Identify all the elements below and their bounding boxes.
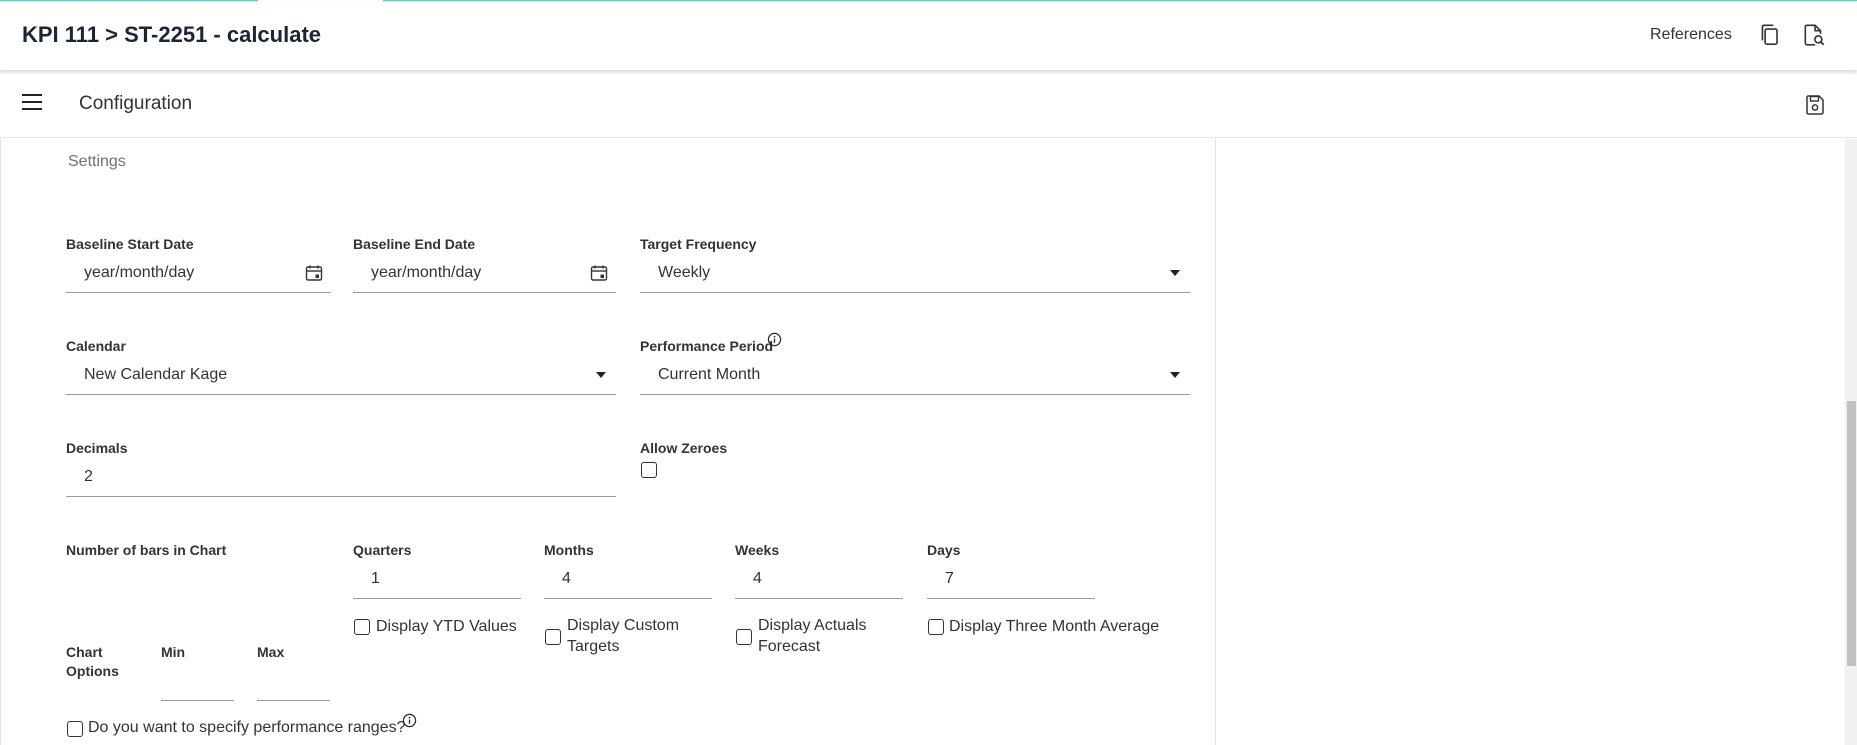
quarters-label: Quarters — [353, 542, 412, 558]
target-frequency-select[interactable]: Weekly — [640, 253, 1190, 293]
document-search-icon[interactable] — [1801, 22, 1827, 48]
right-empty-area — [1217, 139, 1845, 745]
chart-max-label: Max — [257, 644, 285, 660]
settings-section-title: Settings — [68, 153, 126, 170]
months-label: Months — [544, 542, 594, 558]
info-icon[interactable] — [402, 713, 417, 728]
performance-period-select[interactable]: Current Month — [640, 355, 1190, 395]
weeks-label: Weeks — [735, 542, 780, 558]
decimals-input[interactable]: 2 — [66, 457, 616, 497]
target-frequency-label: Target Frequency — [640, 236, 757, 252]
display-ytd-checkbox[interactable] — [354, 619, 370, 635]
display-three-month-average-label: Display Three Month Average — [949, 618, 1160, 635]
display-custom-targets-checkbox[interactable] — [545, 629, 561, 645]
decimals-value: 2 — [84, 468, 93, 485]
display-actuals-forecast-label: Display Actuals Forecast — [758, 615, 867, 657]
quarters-input[interactable]: 1 — [353, 559, 521, 599]
chart-options-label: Chart Options — [66, 643, 119, 681]
chart-options-label-line2: Options — [66, 663, 119, 679]
months-value: 4 — [562, 570, 571, 587]
bars-in-chart-label: Number of bars in Chart — [66, 542, 227, 558]
performance-period-value: Current Month — [658, 366, 761, 383]
performance-ranges-label: Do you want to specify performance range… — [88, 719, 406, 736]
display-custom-targets-label: Display Custom Targets — [567, 615, 679, 657]
menu-icon[interactable] — [22, 94, 44, 114]
calendar-icon[interactable] — [305, 264, 323, 282]
display-actuals-forecast-label-line1: Display Actuals — [758, 617, 867, 634]
calendar-value: New Calendar Kage — [84, 366, 228, 383]
performance-period-label: Performance Period — [640, 338, 774, 354]
allow-zeroes-checkbox[interactable] — [641, 462, 657, 478]
calendar-label: Calendar — [66, 338, 126, 354]
weeks-input[interactable]: 4 — [735, 559, 903, 599]
display-three-month-average-checkbox[interactable] — [928, 619, 944, 635]
performance-ranges-checkbox[interactable] — [67, 721, 83, 737]
target-frequency-value: Weekly — [658, 264, 711, 281]
days-label: Days — [927, 542, 961, 558]
months-input[interactable]: 4 — [544, 559, 712, 599]
baseline-start-date-input[interactable]: year/month/day — [66, 253, 331, 293]
configuration-bar: Configuration — [0, 72, 1857, 138]
display-custom-targets-label-line1: Display Custom — [567, 617, 680, 634]
chevron-down-icon — [1170, 270, 1180, 276]
allow-zeroes-label: Allow Zeroes — [640, 440, 728, 456]
chevron-down-icon — [596, 372, 606, 378]
calendar-icon[interactable] — [590, 264, 608, 282]
weeks-value: 4 — [753, 570, 762, 587]
save-icon[interactable] — [1803, 93, 1827, 117]
decimals-label: Decimals — [66, 440, 128, 456]
baseline-start-value: year/month/day — [84, 264, 195, 281]
baseline-end-date-input[interactable]: year/month/day — [353, 253, 616, 293]
configuration-title: Configuration — [79, 93, 193, 114]
scrollbar-thumb[interactable] — [1847, 401, 1856, 666]
chart-max-input[interactable] — [257, 661, 330, 701]
quarters-value: 1 — [371, 570, 380, 587]
baseline-start-label: Baseline Start Date — [66, 236, 194, 252]
page-title: KPI 111 > ST-2251 - calculate — [22, 22, 322, 47]
chart-options-label-line1: Chart — [66, 644, 103, 660]
scrollbar[interactable] — [1845, 139, 1857, 745]
baseline-end-label: Baseline End Date — [353, 236, 476, 252]
days-value: 7 — [945, 570, 954, 587]
display-ytd-label: Display YTD Values — [376, 618, 517, 635]
chevron-down-icon — [1170, 372, 1180, 378]
display-actuals-forecast-checkbox[interactable] — [736, 629, 752, 645]
display-custom-targets-label-line2: Targets — [567, 638, 620, 655]
info-icon[interactable] — [767, 332, 782, 347]
chart-min-label: Min — [161, 644, 186, 660]
days-input[interactable]: 7 — [927, 559, 1095, 599]
calendar-select[interactable]: New Calendar Kage — [66, 355, 616, 395]
display-actuals-forecast-label-line2: Forecast — [758, 638, 821, 655]
baseline-end-value: year/month/day — [371, 264, 482, 281]
copy-icon[interactable] — [1757, 22, 1783, 48]
chart-min-input[interactable] — [161, 661, 234, 701]
top-header: KPI 111 > ST-2251 - calculate References — [0, 2, 1857, 70]
references-link[interactable]: References — [1650, 26, 1732, 44]
